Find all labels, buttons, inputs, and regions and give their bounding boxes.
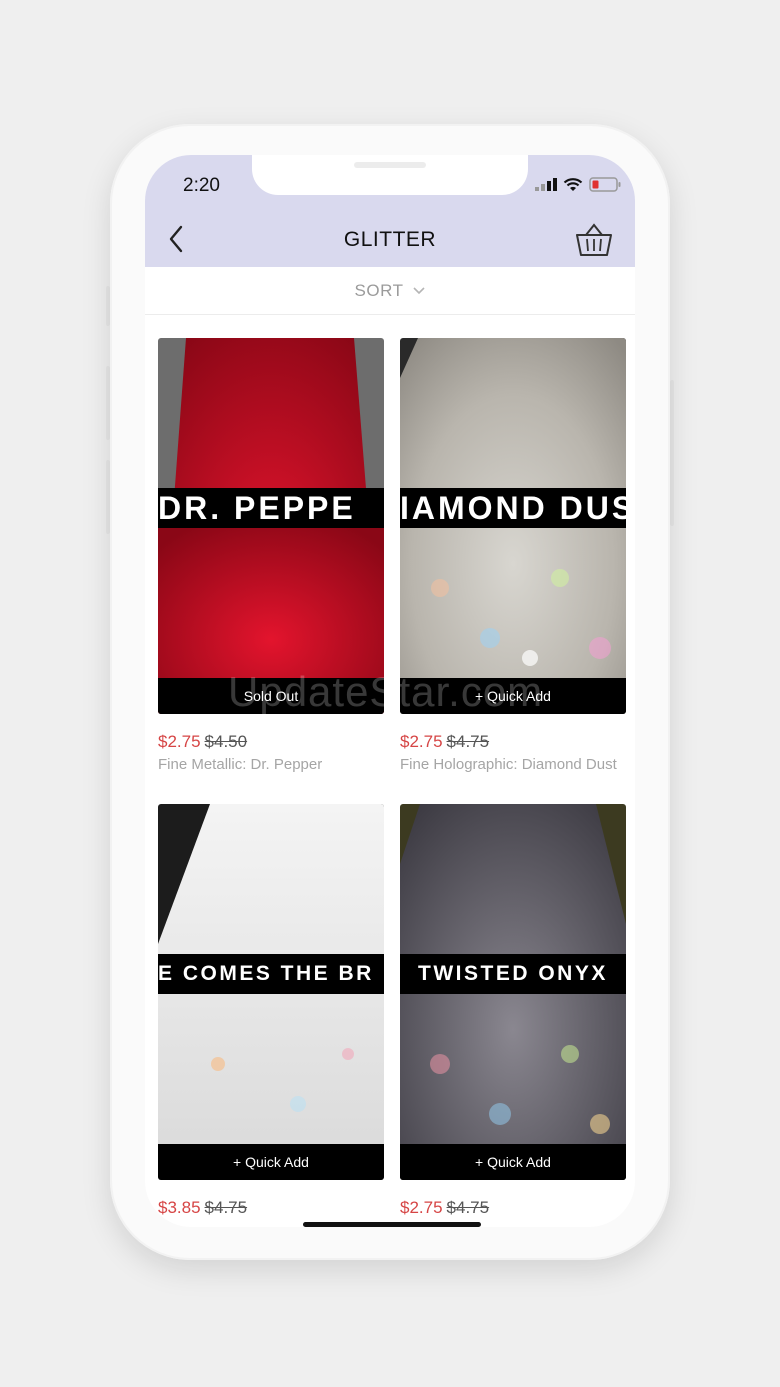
app-screen: 2:20 GLITTER SORT DR. PEPPE Sold Out $2.… — [145, 155, 635, 1227]
product-image[interactable]: DR. PEPPE Sold Out — [158, 338, 384, 714]
chevron-down-icon — [413, 286, 426, 294]
sale-price: $2.75 — [400, 732, 443, 751]
price-row: $3.85 $4.75 — [158, 1198, 384, 1218]
product-banner: IAMOND DUS — [400, 488, 626, 528]
product-banner: DR. PEPPE — [158, 488, 384, 528]
quick-add-button[interactable]: + Quick Add — [158, 1144, 384, 1180]
page-title: GLITTER — [343, 228, 437, 251]
home-indicator[interactable] — [303, 1222, 481, 1227]
basket-icon[interactable] — [575, 222, 613, 258]
sold-out-label: Sold Out — [158, 678, 384, 714]
sale-price: $2.75 — [400, 1198, 443, 1217]
header: 2:20 GLITTER — [145, 155, 635, 267]
price-row: $2.75 $4.75 — [400, 732, 626, 752]
sort-button[interactable]: SORT — [145, 267, 635, 315]
product-image[interactable]: IAMOND DUS + Quick Add — [400, 338, 626, 714]
sort-label: SORT — [354, 280, 404, 300]
original-price: $4.75 — [204, 1198, 248, 1217]
product-name[interactable]: Fine Holographic: Diamond Dust — [400, 755, 626, 774]
product-card[interactable]: TWISTED ONYX + Quick Add $2.75 $4.75 — [400, 804, 626, 1221]
product-image[interactable]: TWISTED ONYX + Quick Add — [400, 804, 626, 1180]
product-card[interactable]: E COMES THE BR + Quick Add $3.85 $4.75 — [158, 804, 384, 1221]
price-row: $2.75 $4.50 — [158, 732, 384, 752]
original-price: $4.75 — [446, 1198, 490, 1217]
product-card[interactable]: IAMOND DUS + Quick Add $2.75 $4.75 Fine H… — [400, 338, 626, 774]
product-name[interactable]: Fine Metallic: Dr. Pepper — [158, 755, 384, 774]
quick-add-button[interactable]: + Quick Add — [400, 1144, 626, 1180]
wifi-icon — [563, 177, 583, 191]
product-banner: E COMES THE BR — [158, 954, 384, 994]
signal-icon — [535, 178, 557, 191]
status-time: 2:20 — [183, 175, 220, 196]
sale-price: $3.85 — [158, 1198, 201, 1217]
price-row: $2.75 $4.75 — [400, 1198, 626, 1218]
notch — [252, 155, 528, 195]
quick-add-button[interactable]: + Quick Add — [400, 678, 626, 714]
product-image[interactable]: E COMES THE BR + Quick Add — [158, 804, 384, 1180]
original-price: $4.75 — [446, 732, 490, 751]
battery-icon — [589, 177, 621, 192]
sale-price: $2.75 — [158, 732, 201, 751]
status-icons — [535, 177, 621, 192]
original-price: $4.50 — [204, 732, 248, 751]
product-card[interactable]: DR. PEPPE Sold Out $2.75 $4.50 Fine Metal… — [158, 338, 384, 774]
product-banner: TWISTED ONYX — [400, 954, 626, 994]
